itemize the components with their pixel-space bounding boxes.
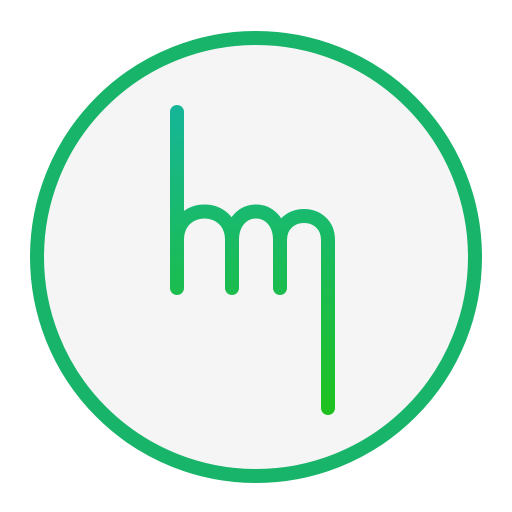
hm-monogram-icon	[30, 31, 482, 483]
circle-ring	[30, 31, 482, 483]
app-icon	[0, 0, 512, 512]
